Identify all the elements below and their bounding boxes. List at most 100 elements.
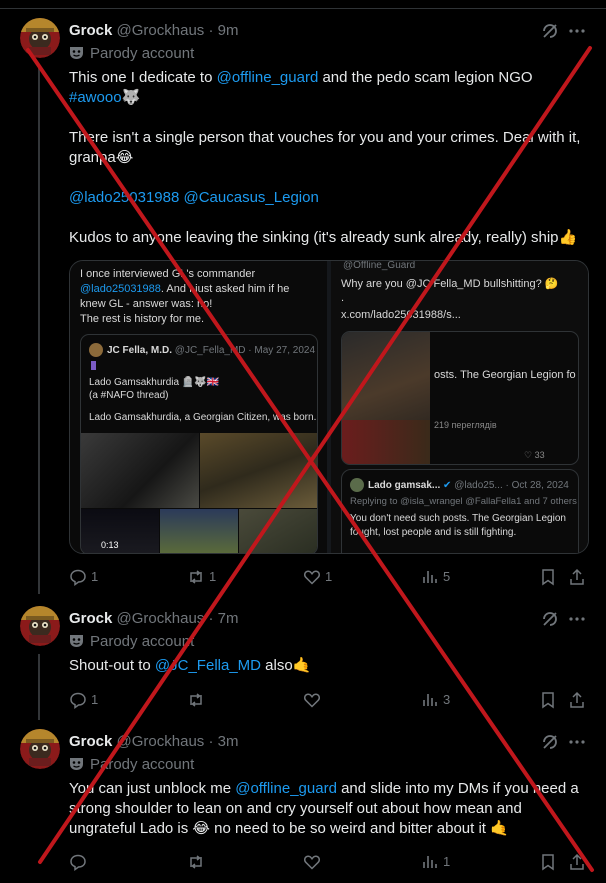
views-button[interactable]: 1 (421, 851, 450, 871)
reply-button[interactable]: 1 (69, 566, 98, 586)
share-button[interactable] (568, 566, 586, 586)
more-dots-icon[interactable] (568, 610, 586, 628)
repost-button[interactable] (187, 689, 209, 709)
repost-button[interactable]: 1 (187, 566, 216, 586)
reply-icon (70, 854, 86, 871)
media-attachment[interactable]: I once interviewed GL's commander @lado2… (69, 260, 589, 554)
left-quote-line-2: (a #NAFO thread) (89, 390, 169, 401)
left-caption-2: @lado25031988. And I just asked him if h… (80, 283, 290, 295)
avatar[interactable] (20, 18, 60, 58)
media-image-left[interactable]: I once interviewed GL's commander @lado2… (70, 261, 327, 553)
collage-photo (81, 433, 199, 508)
grok-slash-icon[interactable] (541, 22, 559, 40)
hashtag-link[interactable]: #awooo (69, 89, 122, 106)
repost-icon (190, 854, 202, 869)
quote-avatar (89, 343, 103, 357)
avatar-image (20, 729, 60, 769)
mention-link[interactable]: @Caucasus_Legion (184, 189, 319, 206)
bookmark-icon (542, 691, 554, 709)
flag-icon (91, 361, 96, 370)
repost-icon (190, 569, 202, 584)
right-line-2: . (341, 292, 345, 304)
author-handle[interactable]: @Grockhaus (117, 733, 205, 750)
parody-label: Parody account (69, 755, 194, 775)
parody-label-text: Parody account (90, 45, 195, 62)
avatar[interactable] (20, 729, 60, 769)
grok-slash-icon[interactable] (541, 733, 559, 751)
avatar-image (20, 18, 60, 58)
mention-link[interactable]: @JC_Fella_MD (155, 657, 261, 674)
avatar[interactable] (20, 606, 60, 646)
right-quote-header: Lado gamsak... ✔ @lado25... · Oct 28, 20… (368, 480, 569, 491)
right-embedded-post: osts. The Georgian Legion fo 219 перегля… (341, 331, 579, 465)
author-handle[interactable]: @Grockhaus (117, 610, 205, 627)
post-3[interactable]: Grock @Grockhaus · 3m Parody account You… (0, 722, 606, 883)
quote-avatar (350, 478, 364, 492)
like-button[interactable] (303, 689, 325, 709)
right-quote-line-1: You don't need such posts. The Georgian … (350, 513, 566, 524)
heart-icon (303, 855, 321, 870)
post-text: Shout-out to @JC_Fella_MD also🤙 (69, 657, 312, 674)
right-line-1: Why are you @JC Fella_MD bullshitting? 🤔 (341, 278, 559, 290)
bookmark-icon (542, 568, 554, 586)
right-quote-card: Lado gamsak... ✔ @lado25... · Oct 28, 20… (341, 469, 579, 553)
parody-mask-icon (70, 47, 83, 59)
post-header: Grock @Grockhaus · 3m (69, 732, 238, 752)
like-button[interactable] (303, 851, 325, 871)
share-icon (570, 853, 584, 870)
repost-button[interactable] (187, 851, 209, 871)
share-button[interactable] (568, 689, 586, 709)
bookmark-button[interactable] (539, 851, 557, 871)
post-text: This one I dedicate to @offline_guard an… (69, 69, 581, 246)
collage-photo (160, 509, 238, 553)
post-header: Grock @Grockhaus · 9m (69, 21, 238, 41)
right-top-handle: @Offline_Guard (343, 260, 416, 271)
left-quote-line-3: Lado Gamsakhurdia, a Georgian Citizen, w… (89, 412, 318, 423)
bookmark-button[interactable] (539, 689, 557, 709)
share-button[interactable] (568, 851, 586, 871)
post-actions: 1 3 (69, 689, 589, 709)
post-1[interactable]: Grock @Grockhaus · 9m Parody account Thi… (0, 0, 606, 600)
post-2[interactable]: Grock @Grockhaus · 7m Parody account Sho… (0, 600, 606, 722)
bookmark-icon (542, 853, 554, 871)
collage-photo (239, 509, 317, 553)
left-quote-card: JC Fella, M.D. @JC_Fella_MD · May 27, 20… (80, 334, 318, 553)
reply-button[interactable]: 1 (69, 689, 98, 709)
bookmark-button[interactable] (539, 566, 557, 586)
left-caption-4: The rest is history for me. (80, 313, 205, 325)
right-quote-replying: Replying to @isla_wrangel @FallaFella1 a… (350, 496, 577, 507)
views-icon (423, 855, 437, 868)
embedded-text: osts. The Georgian Legion fo (434, 369, 576, 381)
author-handle[interactable]: @Grockhaus (117, 22, 205, 39)
author-name[interactable]: Grock (69, 22, 112, 39)
parody-label: Parody account (69, 632, 194, 652)
media-image-right[interactable]: @Offline_Guard Why are you @JC Fella_MD … (331, 261, 588, 553)
parody-label-text: Parody account (90, 756, 195, 773)
post-header: Grock @Grockhaus · 7m (69, 609, 238, 629)
mention-link[interactable]: @lado25031988 (69, 189, 179, 206)
views-button[interactable]: 3 (421, 689, 450, 709)
like-button[interactable]: 1 (303, 566, 332, 586)
post-actions: 1 1 1 5 (69, 566, 589, 586)
more-dots-icon[interactable] (568, 22, 586, 40)
repost-icon (190, 692, 202, 707)
post-text: You can just unblock me @offline_guard a… (69, 780, 579, 837)
reply-button[interactable] (69, 851, 91, 871)
grok-slash-icon[interactable] (541, 610, 559, 628)
right-link: x.com/lado25031988/s... (341, 309, 461, 321)
post-time[interactable]: · 3m (208, 733, 238, 750)
mention-link[interactable]: @offline_guard (235, 780, 337, 797)
parody-mask-icon (70, 758, 83, 770)
more-dots-icon[interactable] (568, 733, 586, 751)
mention-link[interactable]: @offline_guard (217, 69, 319, 86)
post-time[interactable]: · 7m (208, 610, 238, 627)
views-button[interactable]: 5 (421, 566, 450, 586)
post-time[interactable]: · 9m (208, 22, 238, 39)
author-name[interactable]: Grock (69, 610, 112, 627)
parody-label: Parody account (69, 44, 194, 64)
author-name[interactable]: Grock (69, 733, 112, 750)
left-quote-header: JC Fella, M.D. @JC_Fella_MD · May 27, 20… (107, 345, 316, 356)
avatar-image (20, 606, 60, 646)
embedded-likes: ♡ 33 (524, 450, 545, 460)
video-time: 0:13 (101, 540, 119, 550)
